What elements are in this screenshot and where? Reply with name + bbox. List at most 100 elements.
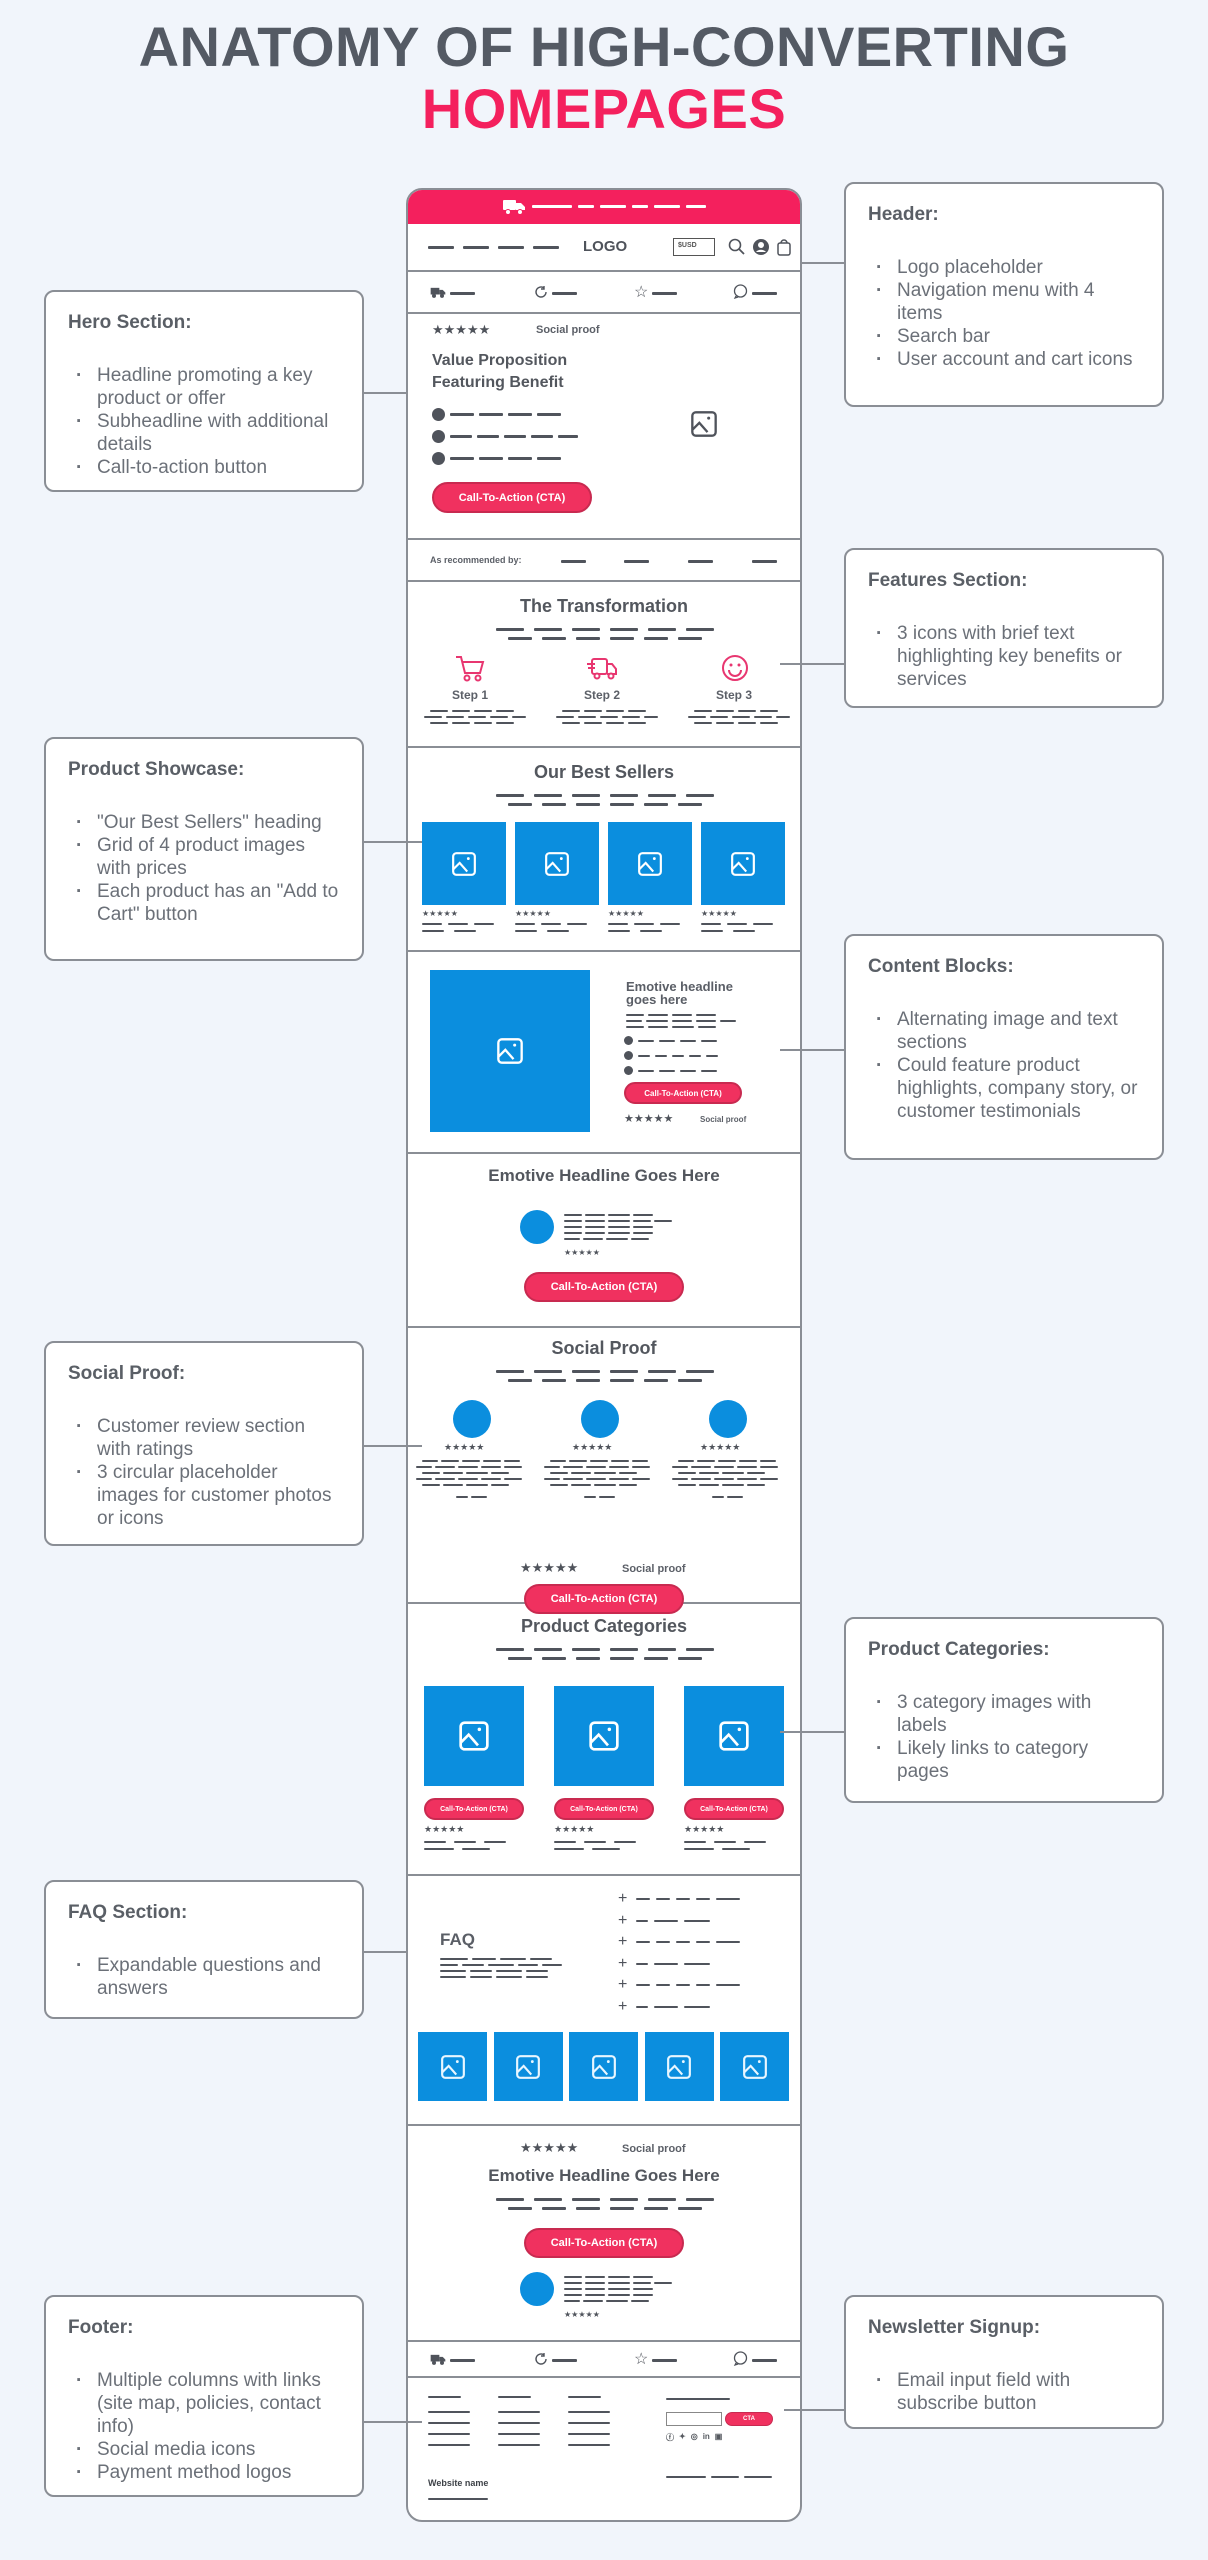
image-icon <box>452 851 476 876</box>
plus-icon[interactable]: + <box>618 1912 630 1930</box>
truck-icon <box>430 2354 446 2365</box>
product-showcase: Our Best Sellers ★★★★★ ★★★★★ ★★★★★ ★★★★★ <box>408 748 800 952</box>
annotation-footer: Footer: Multiple columns with links (sit… <box>44 2295 364 2497</box>
category-card[interactable]: Call-To-Action (CTA) ★★★★★ <box>554 1686 658 1856</box>
customer-avatar <box>709 1400 747 1438</box>
footer-link[interactable] <box>498 2444 540 2446</box>
faq-question[interactable]: + <box>618 1998 710 2016</box>
refresh-icon <box>535 286 547 298</box>
category-image <box>684 1686 784 1786</box>
plus-icon[interactable]: + <box>618 1933 630 1951</box>
user-icon[interactable] <box>752 238 770 256</box>
instagram-icon[interactable]: ◎ <box>691 2432 698 2443</box>
category-cta-button[interactable]: Call-To-Action (CTA) <box>424 1798 524 1820</box>
rating-stars: ★★★★★ <box>444 1442 485 1452</box>
linkedin-icon[interactable]: in <box>703 2432 710 2443</box>
faq-question[interactable]: + <box>618 1976 740 1994</box>
website-name: Website name <box>428 2478 489 2488</box>
content-cta-button[interactable]: Call-To-Action (CTA) <box>624 1082 742 1104</box>
nav-menu[interactable] <box>428 246 559 249</box>
annotation-categories: Product Categories: 3 category images wi… <box>844 1617 1164 1803</box>
category-card[interactable]: Call-To-Action (CTA) ★★★★★ <box>424 1686 528 1856</box>
product-card[interactable]: ★★★★★ <box>515 822 599 942</box>
cart-icon[interactable] <box>776 237 792 257</box>
newsletter-subscribe-button[interactable]: CTA <box>725 2412 773 2426</box>
homepage-wireframe: LOGO $USD ☆ ★★★★★ Social proof Value Pro… <box>406 188 802 2522</box>
product-image <box>608 822 692 905</box>
footer-link[interactable] <box>428 2433 470 2435</box>
annotation-item: Expandable questions and answers <box>68 1954 340 2000</box>
faq-question[interactable]: + <box>618 1890 740 1908</box>
annotation-faq: FAQ Section: Expandable questions and an… <box>44 1880 364 2019</box>
footer-link[interactable] <box>428 2444 470 2446</box>
footer-link[interactable] <box>498 2411 540 2413</box>
faq-question[interactable]: + <box>618 1912 710 1930</box>
annotation-item: Likely links to category pages <box>868 1737 1140 1783</box>
annotation-item: Could feature product highlights, compan… <box>868 1054 1140 1123</box>
product-card[interactable]: ★★★★★ <box>701 822 785 942</box>
footer-link[interactable] <box>568 2411 610 2413</box>
plus-icon[interactable]: + <box>618 1955 630 1973</box>
footer-link[interactable] <box>498 2422 540 2424</box>
final-cta-button[interactable]: Call-To-Action (CTA) <box>524 2228 684 2258</box>
youtube-icon[interactable]: ▣ <box>715 2432 723 2443</box>
infographic-title-highlight: HOMEPAGES <box>421 77 787 140</box>
annotation-item: Multiple columns with links (site map, p… <box>68 2369 340 2438</box>
plus-icon[interactable]: + <box>618 1976 630 1994</box>
image-icon <box>516 2054 540 2079</box>
annotation-item: Call-to-action button <box>68 456 340 479</box>
footer-link[interactable] <box>428 2422 470 2424</box>
footer-link[interactable] <box>568 2422 610 2424</box>
category-card[interactable]: Call-To-Action (CTA) ★★★★★ <box>684 1686 788 1856</box>
testimonial-cta-button[interactable]: Call-To-Action (CTA) <box>524 1272 684 1302</box>
content-headline: Emotive headline goes here <box>626 979 733 1007</box>
usp-bar: ☆ <box>408 272 800 314</box>
content-image <box>430 970 590 1132</box>
annotation-item: Alternating image and text sections <box>868 1008 1140 1054</box>
final-headline: Emotive Headline Goes Here <box>488 2166 720 2185</box>
partner-logo <box>688 560 713 563</box>
social-proof-label: Social proof <box>622 1563 686 1575</box>
annotation-header: Header: Logo placeholderNavigation menu … <box>844 182 1164 407</box>
annotation-item: "Our Best Sellers" heading <box>68 811 340 834</box>
plus-icon[interactable]: + <box>618 1998 630 2016</box>
category-cta-button[interactable]: Call-To-Action (CTA) <box>554 1798 654 1820</box>
usp-bar-footer: ☆ <box>408 2342 800 2378</box>
partner-logo <box>561 560 586 563</box>
product-card[interactable]: ★★★★★ <box>608 822 692 942</box>
plus-icon[interactable]: + <box>618 1890 630 1908</box>
search-icon[interactable] <box>728 238 746 256</box>
image-icon <box>667 2054 691 2079</box>
recommended-by-bar: As recommended by: <box>408 540 800 582</box>
customer-avatar <box>520 1210 554 1244</box>
recommended-label: As recommended by: <box>430 555 522 565</box>
faq-question[interactable]: + <box>618 1933 740 1951</box>
newsletter-email-input[interactable] <box>666 2412 722 2426</box>
currency-selector[interactable]: $USD <box>673 238 715 256</box>
social-proof-section: Social Proof ★★★★★ ★★★★★ ★★★★★ ★★★★★ Soc… <box>408 1328 800 1614</box>
gallery-image <box>569 2032 638 2101</box>
annotation-item: Navigation menu with 4 items <box>868 279 1140 325</box>
chat-icon <box>733 284 748 299</box>
twitter-icon[interactable]: ✦ <box>679 2432 686 2443</box>
facebook-icon[interactable]: ⓕ <box>666 2432 674 2443</box>
connector-line <box>362 392 406 394</box>
review-card: ★★★★★ <box>672 1400 784 1520</box>
footer-link[interactable] <box>498 2433 540 2435</box>
connector-line <box>362 841 422 843</box>
image-icon <box>497 1038 523 1064</box>
annotation-item: 3 category images with labels <box>868 1691 1140 1737</box>
faq-question[interactable]: + <box>618 1955 710 1973</box>
category-cta-button[interactable]: Call-To-Action (CTA) <box>684 1798 784 1820</box>
announcement-bar <box>408 190 800 224</box>
feature-step: Step 3 <box>684 654 790 744</box>
product-card[interactable]: ★★★★★ <box>422 822 506 942</box>
footer-link[interactable] <box>568 2433 610 2435</box>
footer-link[interactable] <box>568 2444 610 2446</box>
footer-link[interactable] <box>428 2411 470 2413</box>
annotation-item: Headline promoting a key product or offe… <box>68 364 340 410</box>
partner-logo <box>752 560 777 563</box>
logo[interactable]: LOGO <box>583 238 627 255</box>
final-cta-section: ★★★★★ Social proof Emotive Headline Goes… <box>408 2126 800 2342</box>
hero-cta-button[interactable]: Call-To-Action (CTA) <box>432 482 592 513</box>
